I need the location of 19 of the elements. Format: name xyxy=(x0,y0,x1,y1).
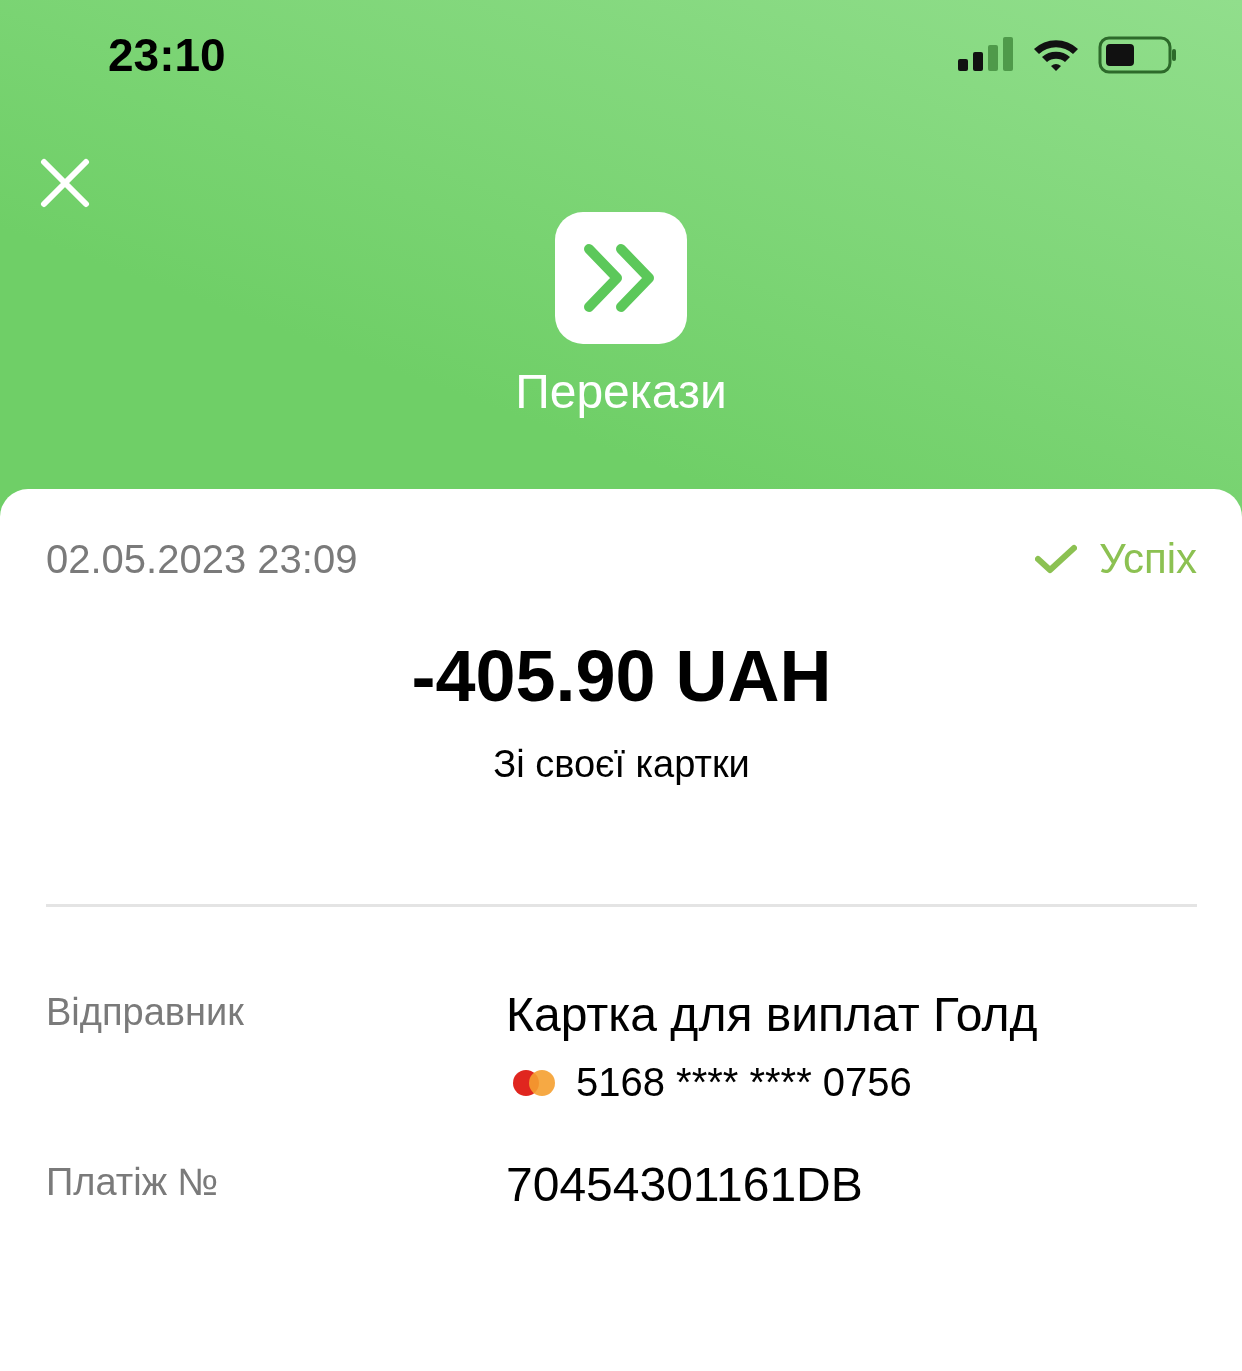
transaction-date: 02.05.2023 23:09 xyxy=(46,536,358,582)
card-number: 5168 **** **** 0756 xyxy=(576,1060,912,1105)
category-title: Перекази xyxy=(515,364,727,419)
wifi-icon xyxy=(1032,37,1080,73)
status-time: 23:10 xyxy=(108,28,226,82)
close-button[interactable] xyxy=(40,158,90,208)
detail-value: Картка для виплат Голд xyxy=(506,987,1038,1042)
amount: -405.90 UAH xyxy=(410,635,833,717)
close-icon xyxy=(40,158,90,208)
battery-icon xyxy=(1098,36,1178,74)
detail-label: Платіж № xyxy=(46,1160,220,1205)
detail-label: Відправник xyxy=(46,990,245,1035)
check-icon xyxy=(1035,544,1078,574)
card-brand-icon xyxy=(512,1068,556,1097)
transaction-description: Зі своєї картки xyxy=(492,743,751,786)
transfer-app-icon xyxy=(555,212,687,344)
detail-value: 70454301161DB xyxy=(506,1157,863,1212)
signal-icon xyxy=(958,37,1014,73)
status-label: Успіх xyxy=(1099,535,1197,583)
